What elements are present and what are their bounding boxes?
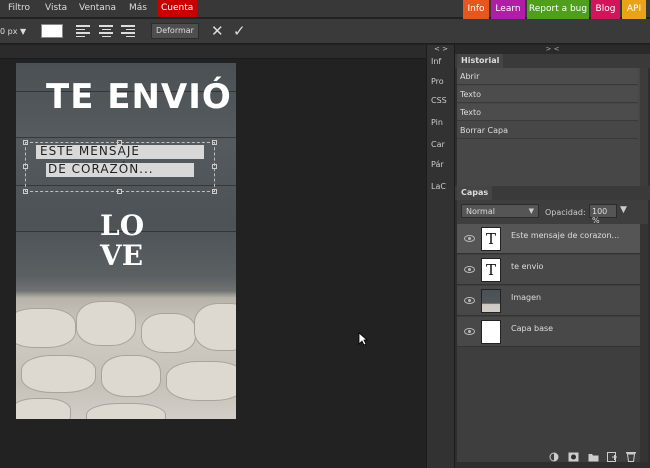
report-bug-link[interactable]: Report a bug (527, 0, 589, 19)
history-item[interactable]: Abrir (457, 68, 638, 85)
layer-row[interactable]: T Este mensaje de corazon... (457, 224, 640, 254)
history-item[interactable]: Texto (457, 104, 638, 121)
resize-handle[interactable] (117, 140, 122, 145)
title-artwork-text: TE ENVIÓ (46, 77, 232, 117)
resize-handle[interactable] (23, 140, 28, 145)
tab-paragraph[interactable]: Pár (431, 160, 444, 169)
tab-character[interactable]: Car (431, 140, 445, 149)
opacity-label: Opacidad: (545, 208, 586, 217)
layer-mask-icon[interactable] (568, 452, 579, 462)
right-panels: > < Historial Abrir Texto Texto Borrar C… (455, 45, 650, 468)
menu-ventana[interactable]: Ventana (79, 3, 116, 13)
resize-handle[interactable] (212, 189, 217, 194)
visibility-eye-icon[interactable] (464, 266, 475, 273)
side-panel-tabs: < > Inf Pro CSS Pin Car Pár LaC (426, 45, 455, 468)
layer-name: Este mensaje de corazon... (511, 231, 620, 240)
text-color-swatch[interactable] (41, 24, 63, 38)
menu-mas[interactable]: Más (129, 3, 147, 13)
history-list: Abrir Texto Texto Borrar Capa (457, 68, 648, 188)
text-toolbar: 0 px ▼ Deformar ✕ ✓ (0, 19, 650, 44)
resize-handle[interactable] (23, 164, 28, 169)
tab-history[interactable]: Historial (457, 54, 504, 68)
workspace-tabbar (0, 45, 426, 59)
tab-layer-comps[interactable]: LaC (431, 182, 446, 191)
learn-link[interactable]: Learn (491, 0, 525, 19)
tab-properties[interactable]: Pro (431, 77, 444, 86)
opacity-dropdown-icon[interactable]: ▼ (620, 205, 627, 215)
layer-style-icon[interactable] (549, 452, 559, 462)
layer-row[interactable]: Imagen (457, 286, 640, 316)
layers-scrollbar[interactable] (640, 224, 648, 462)
visibility-eye-icon[interactable] (464, 297, 475, 304)
chevron-down-icon: ▼ (528, 207, 534, 215)
menu-filtro[interactable]: Filtro (8, 3, 30, 13)
layer-row[interactable]: T te envio (457, 255, 640, 285)
api-link[interactable]: API (622, 0, 646, 19)
history-item[interactable]: Texto (457, 86, 638, 103)
layers-panel: Normal ▼ Opacidad: 100 % ▼ T Este mensaj… (457, 200, 648, 462)
text-selection-box[interactable] (23, 140, 217, 194)
info-link[interactable]: Info (463, 0, 489, 19)
love-top-text: LO (100, 209, 145, 242)
app-window: Filtro Vista Ventana Más Cuenta Info Lea… (0, 0, 650, 468)
layer-name: Imagen (511, 293, 542, 302)
resize-handle[interactable] (117, 189, 122, 194)
menu-cuenta[interactable]: Cuenta (157, 0, 198, 17)
align-right-icon[interactable] (121, 25, 135, 37)
align-center-icon[interactable] (99, 25, 113, 37)
tab-info[interactable]: Inf (431, 57, 441, 66)
history-item[interactable]: Borrar Capa (457, 122, 638, 139)
layer-name: Capa base (511, 324, 554, 333)
trash-icon[interactable] (626, 451, 636, 462)
cancel-icon[interactable]: ✕ (211, 22, 224, 40)
resize-handle[interactable] (23, 189, 28, 194)
align-left-icon[interactable] (76, 25, 90, 37)
layer-thumbnail: T (481, 258, 501, 282)
menu-vista[interactable]: Vista (45, 3, 67, 13)
resize-handle[interactable] (212, 164, 217, 169)
visibility-eye-icon[interactable] (464, 328, 475, 335)
blog-link[interactable]: Blog (591, 0, 620, 19)
history-header: Historial (455, 54, 650, 68)
opacity-input[interactable]: 100 % (589, 204, 617, 225)
menu-bar: Filtro Vista Ventana Más Cuenta Info Lea… (0, 0, 650, 19)
mouse-cursor-icon (358, 332, 368, 346)
love-bottom-text: VE (100, 239, 144, 272)
layer-name: te envio (511, 262, 544, 271)
tab-layers[interactable]: Capas (457, 186, 493, 200)
tab-css[interactable]: CSS (431, 96, 447, 105)
history-scrollbar[interactable] (640, 68, 648, 188)
side-grip[interactable]: < > (434, 45, 448, 53)
new-folder-icon[interactable] (588, 452, 599, 462)
confirm-icon[interactable]: ✓ (233, 22, 246, 40)
new-layer-icon[interactable] (607, 452, 618, 462)
resize-handle[interactable] (212, 140, 217, 145)
layer-row[interactable]: Capa base (457, 317, 640, 347)
font-size-select[interactable]: 0 px ▼ (0, 27, 26, 36)
blend-mode-value: Normal (466, 207, 495, 216)
layer-base-thumbnail (481, 320, 501, 344)
blend-mode-select[interactable]: Normal ▼ (461, 204, 539, 218)
visibility-eye-icon[interactable] (464, 235, 475, 242)
layer-thumbnail: T (481, 227, 501, 251)
panel-grip[interactable]: > < (455, 45, 650, 54)
document-canvas[interactable]: TE ENVIÓ ESTE MENSAJE DE CORAZÓN... LO V… (16, 63, 236, 419)
layer-image-thumbnail (481, 289, 501, 313)
tab-brush[interactable]: Pin (431, 118, 443, 127)
deform-button[interactable]: Deformar (151, 23, 199, 39)
layers-header: Capas (455, 186, 650, 200)
